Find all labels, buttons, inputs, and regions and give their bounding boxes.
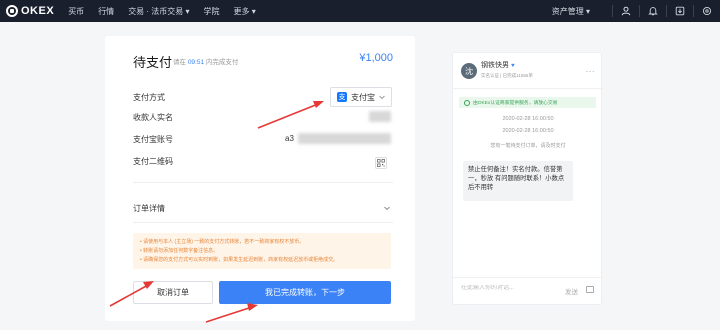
cert-text: 由OKEx认证商家提供服务，请放心交易 bbox=[473, 101, 558, 106]
chevron-down-icon bbox=[379, 95, 385, 100]
chevron-down-icon[interactable] bbox=[383, 204, 391, 212]
logo-text: OKEX bbox=[21, 5, 55, 17]
chat-divider bbox=[453, 277, 603, 278]
payment-card: 待支付 请在 09:51 内完成支付 ¥1,000 支付方式 支 支付宝 收款人… bbox=[105, 36, 415, 321]
alipay-icon: 支 bbox=[337, 92, 347, 102]
notice-line: • 请使用与本人 (主立场) 一致的支付方式转账，若不一致商家有权不放币。 bbox=[140, 239, 305, 245]
more-icon[interactable]: ··· bbox=[586, 67, 596, 76]
section-divider bbox=[133, 182, 393, 183]
system-message: 您有一笔待支付订单，请及时支付 bbox=[490, 143, 566, 149]
asset-management-menu[interactable]: 资产管理 ▾ bbox=[552, 6, 590, 17]
nav-item-more[interactable]: 更多 ▾ bbox=[234, 6, 256, 17]
chat-timestamp: 2020-02-28 16:00:50 bbox=[502, 116, 554, 122]
payment-method-label: 支付方式 bbox=[133, 93, 165, 102]
settings-icon[interactable] bbox=[694, 0, 720, 22]
merchant-chat-panel: 沈 钢铁快男 ♥ 实名认证 | 已完成11656单 ··· 由OKEx认证商家提… bbox=[452, 52, 603, 305]
payee-name-label: 收款人实名 bbox=[133, 113, 173, 122]
order-amount: ¥1,000 bbox=[359, 52, 393, 64]
page-title: 待支付 bbox=[133, 55, 173, 70]
transfer-complete-button[interactable]: 我已完成转账，下一步 bbox=[219, 281, 391, 304]
nav-item-market[interactable]: 行情 bbox=[98, 6, 114, 17]
notice-line: • 请确保您的支付方式可以实时到账，如果发生延迟到账，商家有权延迟放币或拒绝成交… bbox=[140, 257, 339, 263]
certified-merchant-banner: 由OKEx认证商家提供服务，请放心交易 bbox=[459, 97, 596, 108]
order-detail-toggle[interactable]: 订单详情 bbox=[133, 203, 165, 214]
verified-icon: ♥ bbox=[510, 63, 515, 69]
qr-code-icon[interactable] bbox=[375, 157, 387, 169]
payment-method-select[interactable]: 支 支付宝 bbox=[330, 87, 392, 107]
countdown-suffix: 内完成支付 bbox=[205, 59, 239, 66]
nav-item-academy[interactable]: 学院 bbox=[204, 6, 220, 17]
download-icon[interactable] bbox=[667, 0, 693, 22]
payee-name-redacted bbox=[369, 111, 391, 122]
qr-code-label: 支付二维码 bbox=[133, 157, 173, 166]
section-divider bbox=[133, 222, 393, 223]
image-upload-icon[interactable] bbox=[586, 286, 594, 293]
send-button[interactable]: 发送 bbox=[565, 286, 578, 296]
account-redacted bbox=[298, 133, 391, 144]
payment-notice: • 请使用与本人 (主立场) 一致的支付方式转账，若不一致商家有权不放币。 • … bbox=[133, 233, 391, 269]
alipay-account-value[interactable]: a3 bbox=[285, 134, 294, 143]
okex-logo[interactable]: OKEX bbox=[6, 5, 54, 17]
nav-right: 资产管理 ▾ bbox=[552, 0, 720, 22]
merchant-name[interactable]: 钢铁快男 ♥ bbox=[481, 60, 515, 70]
cancel-order-button[interactable]: 取消订单 bbox=[133, 281, 213, 304]
bell-icon[interactable] bbox=[640, 0, 666, 22]
chat-message-bubble: 禁止任何备注！实名付款。信誉第一，秒放 有问题随时联系！小数点后不用转 bbox=[463, 161, 573, 201]
countdown-text: 请在 09:51 内完成支付 bbox=[173, 56, 238, 66]
okex-logo-icon bbox=[6, 5, 18, 17]
chat-timestamp: 2020-02-28 16:00:50 bbox=[502, 128, 554, 134]
notice-line: • 转账请勿添加任何数字备注信息。 bbox=[140, 248, 219, 254]
countdown-time: 09:51 bbox=[187, 59, 205, 66]
top-nav: OKEX 买币 行情 交易 · 法币交易 ▾ 学院 更多 ▾ 资产管理 ▾ bbox=[0, 0, 720, 22]
payment-method-value: 支付宝 bbox=[351, 92, 375, 102]
merchant-meta: 实名认证 | 已完成11656单 bbox=[481, 73, 533, 78]
alipay-account-label: 支付宝账号 bbox=[133, 135, 173, 144]
nav-item-trade[interactable]: 交易 · 法币交易 ▾ bbox=[128, 6, 189, 17]
avatar: 沈 bbox=[461, 63, 477, 79]
countdown-prefix: 请在 bbox=[173, 59, 186, 66]
chat-input[interactable] bbox=[461, 285, 551, 291]
shield-check-icon bbox=[464, 99, 470, 106]
chat-header: 沈 钢铁快男 ♥ 实名认证 | 已完成11656单 ··· bbox=[453, 53, 603, 89]
merchant-name-text: 钢铁快男 bbox=[481, 62, 509, 69]
nav-item-buy[interactable]: 买币 bbox=[68, 6, 84, 17]
user-icon[interactable] bbox=[613, 0, 639, 22]
